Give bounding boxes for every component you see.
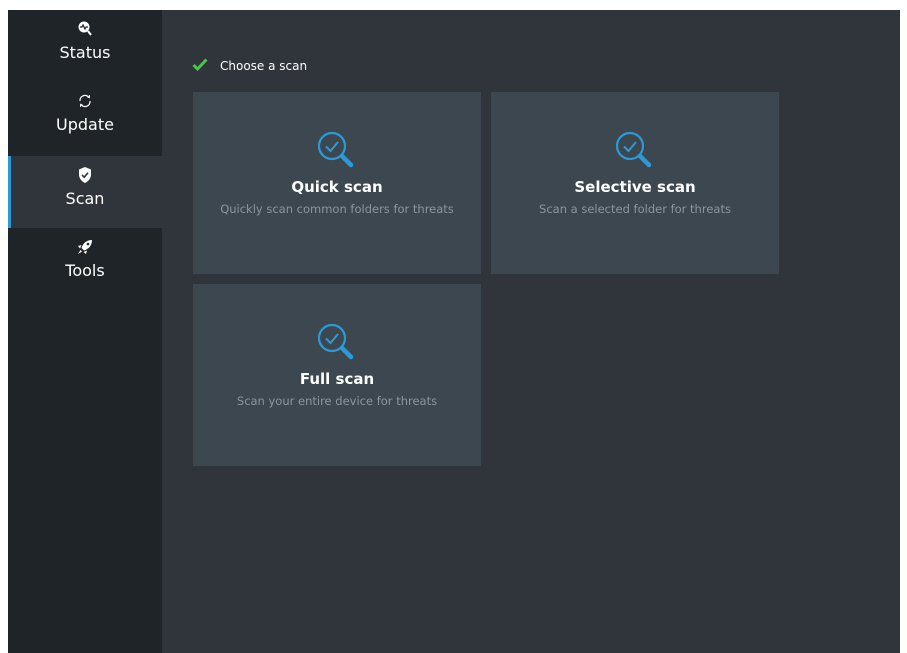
sidebar-item-tools[interactable]: Tools <box>8 228 162 300</box>
app-window: Status Update Scan Tools Choose a scan Q… <box>8 10 900 653</box>
sidebar-item-scan[interactable]: Scan <box>8 156 162 228</box>
shield-icon <box>77 164 93 186</box>
scan-magnifier-icon <box>316 322 358 364</box>
sidebar-item-label: Scan <box>65 189 105 208</box>
update-icon <box>77 90 93 112</box>
quick-scan-card[interactable]: Quick scan Quickly scan common folders f… <box>193 92 481 274</box>
sidebar-item-status[interactable]: Status <box>8 10 162 82</box>
sidebar: Status Update Scan Tools <box>8 10 162 653</box>
card-title: Selective scan <box>574 178 696 196</box>
selective-scan-card[interactable]: Selective scan Scan a selected folder fo… <box>491 92 779 274</box>
status-icon <box>77 18 93 40</box>
main-content: Choose a scan Quick scan Quickly scan co… <box>162 10 900 653</box>
scan-magnifier-icon <box>614 130 656 172</box>
card-description: Scan your entire device for threats <box>236 394 438 408</box>
sidebar-item-update[interactable]: Update <box>8 82 162 154</box>
page-title: Choose a scan <box>220 58 308 73</box>
sidebar-item-label: Status <box>59 43 111 62</box>
sidebar-item-label: Tools <box>65 261 105 280</box>
page-heading: Choose a scan <box>192 56 307 75</box>
card-title: Quick scan <box>291 178 383 196</box>
sidebar-item-label: Update <box>56 115 114 134</box>
rocket-icon <box>76 236 94 258</box>
card-description: Scan a selected folder for threats <box>539 202 731 216</box>
card-description: Quickly scan common folders for threats <box>220 202 454 216</box>
scan-magnifier-icon <box>316 130 358 172</box>
card-title: Full scan <box>299 370 375 388</box>
full-scan-card[interactable]: Full scan Scan your entire device for th… <box>193 284 481 466</box>
checkmark-icon <box>192 56 208 75</box>
